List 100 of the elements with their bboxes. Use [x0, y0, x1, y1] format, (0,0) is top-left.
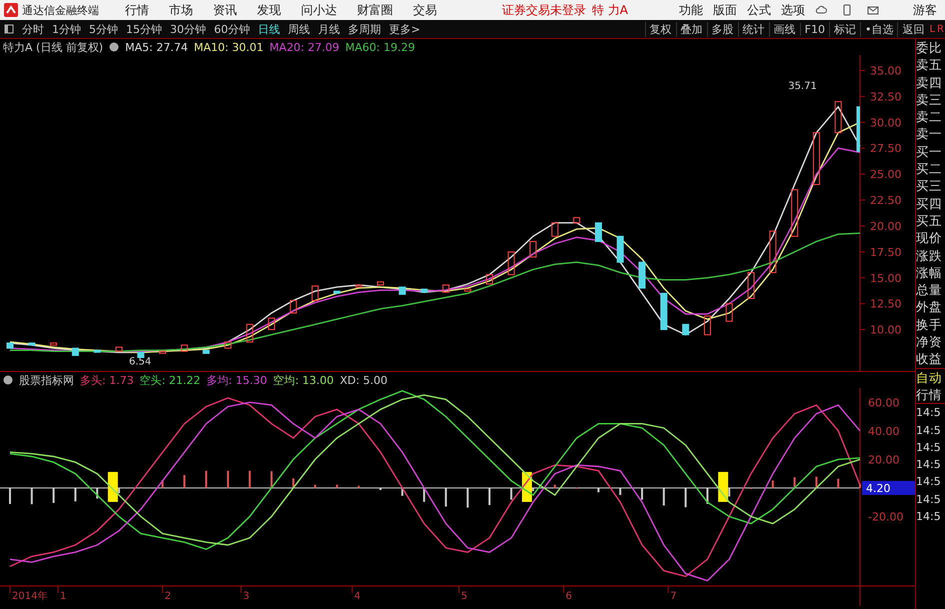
menu-item[interactable]: 发现	[257, 2, 281, 18]
quote-label: 总量	[916, 281, 943, 298]
quote-label: 换手	[916, 316, 943, 334]
legend-item: 多头: 1.73	[80, 372, 134, 388]
app-title: 通达信金融终端	[22, 2, 99, 18]
toolbar-button[interactable]: 叠加	[676, 22, 707, 36]
app-logo	[4, 3, 18, 17]
candle	[769, 230, 776, 274]
menu-item[interactable]: 行情	[125, 2, 149, 18]
price-axis-label: 27.50	[870, 142, 902, 156]
phone-icon[interactable]	[841, 4, 853, 16]
quote-label: 现价	[916, 229, 943, 247]
settings-icon[interactable]	[109, 42, 120, 52]
candle	[530, 241, 537, 258]
menu-item[interactable]: 功能	[679, 2, 703, 18]
date-axis-label: 2014年	[12, 591, 48, 602]
period-tab[interactable]: 60分钟	[210, 22, 254, 36]
candle	[486, 274, 493, 284]
stock-name: 特 力A	[592, 2, 628, 18]
candle	[834, 101, 842, 134]
panel-tab[interactable]: 行情	[916, 386, 945, 404]
date-axis-label: 3	[243, 591, 250, 602]
toolbar-button[interactable]: 多股	[706, 22, 738, 36]
candle	[682, 324, 690, 336]
current-value: 4.20	[866, 482, 890, 495]
panel-tab[interactable]: 自动	[916, 368, 945, 386]
date-axis-label: 7	[670, 591, 677, 602]
candle	[355, 284, 362, 288]
menu-item[interactable]: 市场	[169, 2, 193, 18]
candle	[508, 251, 515, 276]
toolbar-button[interactable]: F10	[800, 22, 829, 36]
indicator-axis-label: 20.00	[868, 453, 900, 466]
quote-label: 卖三	[916, 90, 943, 108]
tick-time: 14:5	[916, 422, 942, 439]
candle	[202, 350, 210, 354]
user-label[interactable]: 游客	[913, 2, 937, 18]
settings-icon[interactable]	[3, 375, 13, 385]
menu-item[interactable]: 资讯	[213, 2, 237, 18]
candle	[115, 346, 122, 352]
menu-item[interactable]: 选项	[781, 2, 805, 18]
candle	[28, 342, 36, 346]
period-tab[interactable]: 月线	[314, 22, 344, 36]
toolbar-button[interactable]: •自选	[860, 22, 898, 36]
high-price-label: 35.71	[788, 80, 817, 92]
cloud-icon[interactable]	[815, 4, 827, 16]
candle	[791, 189, 798, 237]
period-tab[interactable]: 日线	[254, 22, 284, 36]
signal-marker	[108, 472, 118, 502]
quote-label: 外盘	[916, 298, 943, 316]
menu-item[interactable]: 问小达	[301, 2, 337, 18]
toolbar-button[interactable]: 标记	[828, 22, 860, 36]
candle	[726, 303, 733, 322]
period-tab[interactable]: 分时	[18, 22, 48, 36]
menu-item[interactable]: 版面	[713, 2, 737, 18]
price-axis-label: 35.00	[870, 64, 902, 78]
quote-label: 卖二	[916, 108, 943, 126]
candle	[704, 316, 711, 336]
date-axis-label: 6	[566, 591, 572, 602]
candle	[856, 106, 860, 152]
price-axis-label: 12.50	[870, 298, 902, 311]
quote-label: 买三	[916, 177, 943, 195]
toolbar-button[interactable]: 统计	[738, 22, 769, 36]
menu-item[interactable]: 交易	[413, 2, 437, 18]
period-tab[interactable]: 周线	[284, 22, 314, 36]
login-status[interactable]: 证券交易未登录	[502, 2, 586, 18]
toolbar-button[interactable]: 返回	[897, 22, 928, 36]
candle	[50, 342, 58, 346]
candle	[464, 288, 472, 292]
tick-time: 14:5	[916, 492, 942, 508]
menu-item[interactable]: 财富圈	[357, 2, 393, 18]
candle	[638, 262, 646, 289]
candle	[594, 222, 602, 242]
candle	[377, 281, 384, 286]
date-axis-label: 2	[164, 591, 171, 602]
candle	[6, 342, 14, 349]
quote-label: 涨幅	[916, 264, 943, 282]
candle	[398, 286, 406, 295]
price-axis-label: 32.50	[870, 90, 902, 104]
candle	[159, 350, 166, 354]
tick-time: 14:5	[916, 509, 942, 526]
candle	[312, 286, 319, 302]
quote-label: 买四	[916, 194, 943, 212]
period-tab[interactable]: 1分钟	[48, 22, 85, 36]
toolbar-button[interactable]: 画线	[768, 22, 800, 36]
period-tab[interactable]: 5分钟	[85, 22, 122, 36]
candle	[94, 350, 101, 353]
panel-toggle-icon[interactable]	[4, 24, 14, 34]
quote-label: 买五	[916, 212, 943, 230]
candle	[660, 292, 668, 330]
toolbar-button[interactable]: 复权	[644, 22, 676, 36]
mail-icon[interactable]	[867, 4, 879, 16]
period-tab[interactable]: 多周期	[344, 22, 385, 36]
price-axis-label: 17.50	[870, 246, 902, 259]
period-tab[interactable]: 更多>	[385, 22, 424, 36]
legend-item: 多均: 15.30	[206, 372, 268, 388]
period-tab[interactable]: 30分钟	[166, 22, 210, 36]
menu-item[interactable]: 公式	[747, 2, 771, 18]
price-axis-label: 30.00	[870, 116, 902, 130]
period-tab[interactable]: 15分钟	[122, 22, 166, 36]
date-axis-label: 1	[60, 591, 66, 602]
